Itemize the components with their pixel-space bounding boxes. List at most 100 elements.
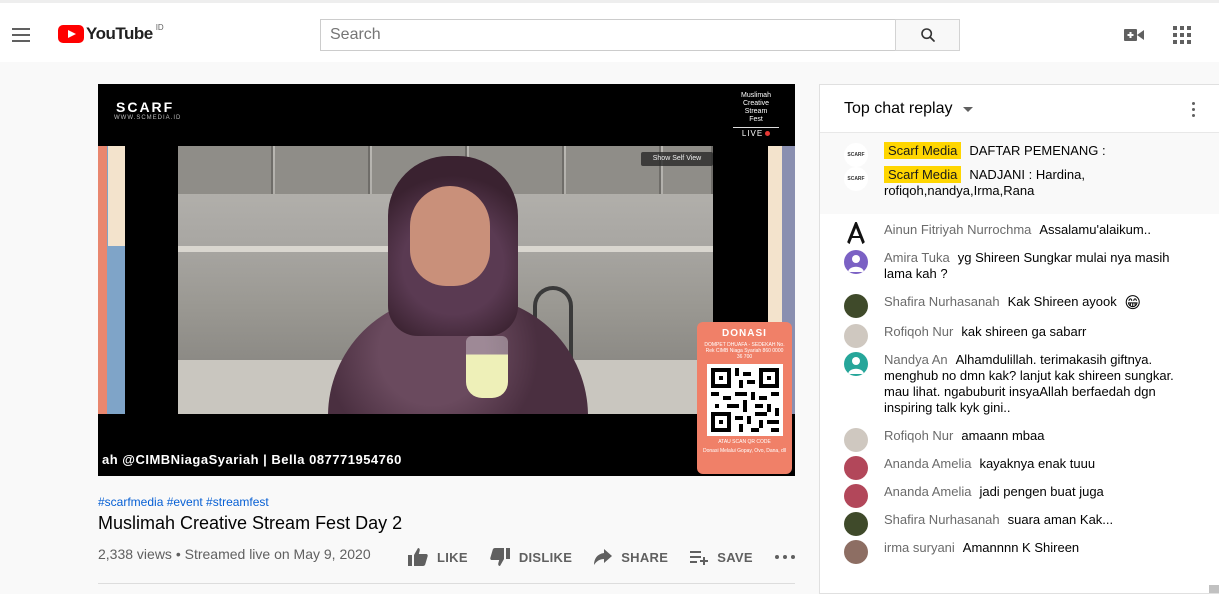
chevron-down-icon[interactable]	[962, 107, 973, 112]
cabinet	[178, 146, 273, 194]
chat-author[interactable]: Rofiqoh Nur	[884, 428, 953, 443]
chat-message[interactable]: Ananda Amelia kayaknya enak tuuu	[820, 450, 1219, 480]
chat-message[interactable]: irma suryani Amannnn K Shireen	[820, 534, 1219, 564]
chat-author[interactable]: Ananda Amelia	[884, 456, 971, 471]
scarf-logo-sub: WWW.SCMEDIA.ID	[114, 115, 182, 121]
qr-code-image	[710, 368, 779, 432]
chat-more-icon[interactable]	[1192, 102, 1195, 117]
chat-author[interactable]: Amira Tuka	[884, 250, 950, 265]
apps-grid-icon	[1173, 26, 1191, 44]
chat-message[interactable]: Ananda Amelia jadi pengen buat juga	[820, 478, 1219, 508]
presenter-face	[410, 186, 490, 286]
chat-author[interactable]: Scarf Media	[884, 142, 962, 159]
playlist-add-icon	[690, 551, 709, 565]
country-code: ID	[155, 22, 164, 32]
chat-author[interactable]: irma suryani	[884, 540, 955, 555]
avatar	[844, 456, 868, 480]
grinning-emoji-icon: 😁	[1124, 295, 1142, 312]
chat-message[interactable]: Rofiqoh Nur kak shireen ga sabarr	[820, 318, 1219, 348]
dislike-button[interactable]: DISLIKE	[490, 548, 572, 566]
donation-title: DONASI	[722, 328, 767, 339]
cabinet	[275, 146, 370, 194]
donation-ticker: ah @CIMBNiagaSyariah | Bella 08777195476…	[102, 452, 402, 467]
thumbs-up-icon	[408, 548, 428, 566]
chat-text: amaann mbaa	[961, 428, 1045, 443]
chat-author[interactable]: Ainun Fitriyah Nurrochma	[884, 222, 1031, 237]
share-arrow-icon	[594, 549, 613, 565]
chat-scrollbar[interactable]	[1209, 585, 1219, 593]
save-button[interactable]: SAVE	[690, 549, 753, 565]
avatar	[844, 294, 868, 318]
live-chat-panel: Top chat replay SCARF Scarf Media DAFTAR …	[819, 84, 1219, 594]
donation-card: DONASI DOMPET DHUAFA - SEDEKAH No. Rek C…	[697, 322, 792, 474]
search-box	[320, 19, 896, 51]
chat-message[interactable]: Nandya An Alhamdulillah. terimakasih gift…	[820, 346, 1219, 422]
chat-text: suara aman Kak...	[1007, 512, 1114, 527]
video-title: Muslimah Creative Stream Fest Day 2	[98, 513, 403, 533]
youtube-logo[interactable]: YouTube ID	[58, 22, 164, 44]
video-views-date: 2,338 views • Streamed live on May 9, 20…	[98, 546, 371, 562]
like-label: LIKE	[437, 549, 468, 565]
scarf-logo: SCARF	[116, 99, 175, 115]
avatar	[844, 484, 868, 508]
chat-messages: Ainun Fitriyah Nurrochma Assalamu'alaikum…	[820, 214, 1219, 564]
chat-author[interactable]: Shafira Nurhasanah	[884, 512, 1000, 527]
chat-text: Assalamu'alaikum..	[1039, 222, 1151, 237]
save-label: SAVE	[717, 549, 753, 565]
chat-author[interactable]: Nandya An	[884, 352, 948, 367]
chat-message[interactable]: SCARF Scarf Media NADJANI : Hardina, rofi…	[820, 163, 1219, 203]
donation-footer: Donasi Melalui Gopay, Ovo, Dana, dll	[702, 448, 786, 454]
more-actions-button[interactable]	[774, 555, 804, 559]
chat-message[interactable]: Rofiqoh Nur amaann mbaa	[820, 422, 1219, 452]
video-camera-icon	[1124, 29, 1144, 41]
chat-message[interactable]: Amira Tuka yg Shireen Sungkar mulai nya m…	[820, 244, 1219, 288]
chat-author[interactable]: Scarf Media	[884, 166, 962, 183]
chat-text: Kak Shireen ayook	[1007, 294, 1117, 309]
dislike-label: DISLIKE	[518, 549, 573, 565]
menu-icon[interactable]	[12, 28, 30, 42]
chat-author[interactable]: Rofiqoh Nur	[884, 324, 953, 339]
thumbs-down-icon	[490, 548, 510, 566]
avatar	[844, 540, 868, 564]
share-label: SHARE	[621, 549, 669, 565]
create-video-button[interactable]	[1124, 25, 1144, 45]
avatar: SCARF	[844, 167, 868, 191]
camera-feed	[178, 146, 713, 414]
chat-message[interactable]: Shafira Nurhasanah Kak Shireen ayook 😁	[820, 288, 1219, 318]
chat-text: jadi pengen buat juga	[979, 484, 1104, 499]
masthead: YouTube ID	[0, 0, 1219, 62]
donation-scan: ATAU SCAN QR CODE	[718, 439, 771, 445]
like-button[interactable]: LIKE	[408, 548, 468, 566]
live-indicator: LIVE	[733, 127, 779, 138]
search-button[interactable]	[895, 19, 960, 51]
chat-header: Top chat replay	[820, 85, 1219, 133]
video-actions: LIKE DISLIKE SHARE SAVE	[408, 545, 804, 569]
donation-text: DOMPET DHUAFA - SEDEKAH No. Rek CIMB Nia…	[704, 342, 785, 360]
avatar	[844, 428, 868, 452]
chat-text: kayaknya enak tuuu	[979, 456, 1096, 471]
chat-message[interactable]: Shafira Nurhasanah suara aman Kak...	[820, 506, 1219, 536]
chat-author[interactable]: Ananda Amelia	[884, 484, 971, 499]
video-player[interactable]: SCARF WWW.SCMEDIA.ID Muslimah Creative S…	[98, 84, 795, 476]
video-hashtags[interactable]: #scarfmedia #event #streamfest	[98, 495, 269, 509]
avatar	[844, 250, 868, 274]
search-icon	[920, 28, 935, 42]
juice-glass	[466, 336, 508, 398]
chat-message[interactable]: SCARF Scarf Media DAFTAR PEMENANG :	[820, 139, 1219, 167]
chat-text: Amannnn K Shireen	[962, 540, 1080, 555]
brand-name: YouTube	[86, 24, 153, 43]
apps-button[interactable]	[1172, 25, 1192, 45]
search-input[interactable]	[321, 20, 895, 50]
chat-text: kak shireen ga sabarr	[961, 324, 1087, 339]
share-button[interactable]: SHARE	[594, 549, 668, 565]
chat-author[interactable]: Shafira Nurhasanah	[884, 294, 1000, 309]
qr-code	[706, 364, 783, 436]
self-view-label: Show Self View	[641, 152, 713, 166]
chat-message[interactable]: Ainun Fitriyah Nurrochma Assalamu'alaikum…	[820, 216, 1219, 246]
avatar	[844, 324, 868, 348]
fest-logo: Muslimah Creative Stream Fest LIVE	[733, 92, 779, 138]
chat-mode-dropdown[interactable]: Top chat replay	[844, 100, 953, 118]
divider	[98, 583, 795, 584]
chat-text: DAFTAR PEMENANG :	[969, 143, 1106, 158]
avatar	[844, 352, 868, 376]
